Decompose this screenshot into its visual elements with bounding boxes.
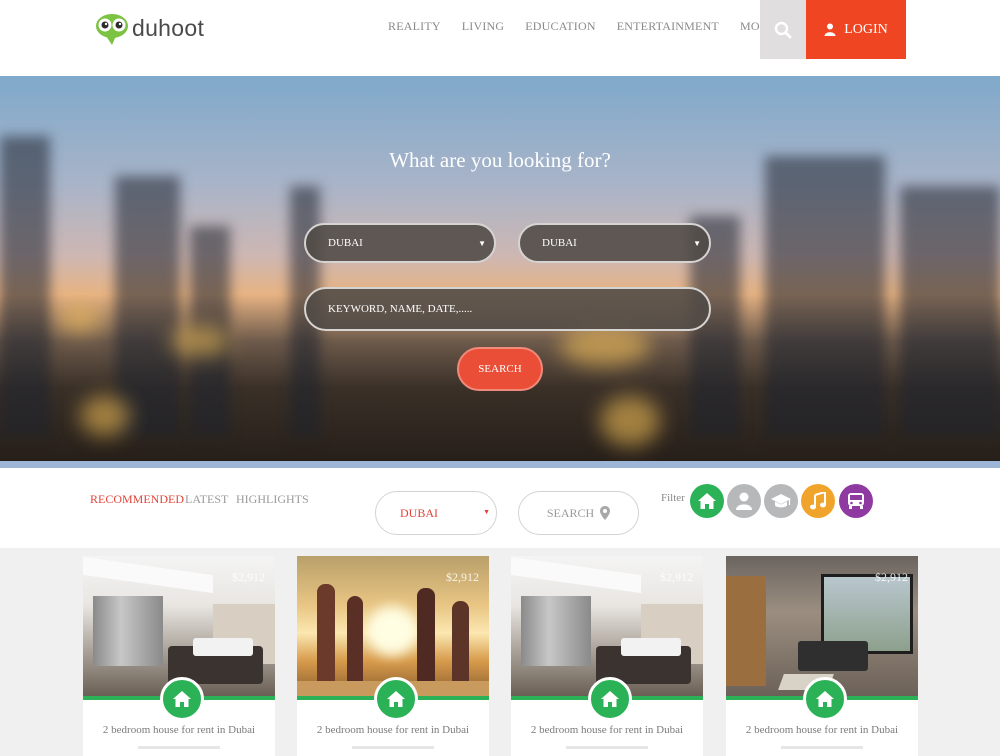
hero-bg-building xyxy=(765,156,885,436)
home-icon xyxy=(816,691,834,707)
listing-card[interactable]: $2,912 2 bedroom house for rent in Dubai xyxy=(511,556,703,756)
hero-banner: What are you looking for? DUBAI ▼ DUBAI … xyxy=(0,76,1000,466)
filter-mobility-button[interactable] xyxy=(839,484,873,518)
listing-title[interactable]: 2 bedroom house for rent in Dubai xyxy=(726,724,918,736)
nav-item-education[interactable]: EDUCATION xyxy=(525,19,595,34)
listing-card[interactable]: $2,912 2 bedroom house for rent in Dubai xyxy=(726,556,918,756)
hero-divider xyxy=(0,461,1000,468)
tab-recommended[interactable]: RECOMMENDED xyxy=(90,492,184,507)
login-button[interactable]: LOGIN xyxy=(806,0,906,59)
tab-latest[interactable]: LATEST xyxy=(185,492,228,507)
filter-entertainment-button[interactable] xyxy=(801,484,835,518)
nav-item-living[interactable]: LIVING xyxy=(462,19,505,34)
hero-bg-light xyxy=(60,306,100,332)
filter-reality-button[interactable] xyxy=(690,484,724,518)
listing-category-badge xyxy=(803,677,847,721)
header: duhoot REALITY LIVING EDUCATION ENTERTAI… xyxy=(0,0,1000,76)
filter-label: Filter xyxy=(661,492,685,504)
listing-subtitle-line xyxy=(352,746,434,749)
home-icon xyxy=(601,691,619,707)
home-icon xyxy=(387,691,405,707)
login-label: LOGIN xyxy=(844,21,888,37)
hero-bg-light xyxy=(170,326,230,356)
listing-title[interactable]: 2 bedroom house for rent in Dubai xyxy=(297,724,489,736)
hero-search-button[interactable]: SEARCH xyxy=(457,347,543,391)
listing-image: $2,912 xyxy=(83,556,275,696)
listing-title[interactable]: 2 bedroom house for rent in Dubai xyxy=(511,724,703,736)
home-icon xyxy=(173,691,191,707)
user-icon xyxy=(824,23,836,36)
listing-card[interactable]: $2,912 2 bedroom house for rent in Dubai xyxy=(297,556,489,756)
owl-logo-icon xyxy=(96,14,128,45)
listing-image: $2,912 xyxy=(297,556,489,696)
hero-bg-building xyxy=(115,176,180,436)
filter-search-label: SEARCH xyxy=(546,505,595,520)
city-select-value: DUBAI xyxy=(400,505,438,520)
caret-down-icon: ▼ xyxy=(483,508,490,516)
tab-highlights[interactable]: HIGHLIGHTS xyxy=(236,492,309,507)
listing-category-badge xyxy=(374,677,418,721)
main-nav: REALITY LIVING EDUCATION ENTERTAINMENT M… xyxy=(388,19,821,34)
caret-down-icon: ▼ xyxy=(478,239,486,248)
listing-price: $2,912 xyxy=(232,570,265,584)
listing-price: $2,912 xyxy=(660,570,693,584)
header-search-button[interactable] xyxy=(760,0,806,59)
home-icon xyxy=(698,493,716,509)
hero-bg-building xyxy=(900,186,1000,436)
hero-bg-light xyxy=(600,396,660,446)
location-select-2[interactable]: DUBAI ▼ xyxy=(518,223,711,263)
hero-search-label: SEARCH xyxy=(478,363,522,375)
filter-bar: RECOMMENDED LATEST HIGHLIGHTS DUBAI ▼ SE… xyxy=(0,468,1000,548)
listing-card[interactable]: $2,912 2 bedroom house for rent in Dubai xyxy=(83,556,275,756)
city-select[interactable]: DUBAI ▼ xyxy=(375,491,497,535)
hero-bg-light xyxy=(560,326,650,366)
listing-image: $2,912 xyxy=(511,556,703,696)
graduation-cap-icon xyxy=(771,494,791,508)
nav-item-reality[interactable]: REALITY xyxy=(388,19,441,34)
search-icon xyxy=(774,21,792,38)
hero-title: What are you looking for? xyxy=(389,148,611,172)
listing-image: $2,912 xyxy=(726,556,918,696)
music-icon xyxy=(810,492,826,510)
bus-icon xyxy=(848,493,864,509)
filter-living-button[interactable] xyxy=(727,484,761,518)
map-pin-icon xyxy=(600,506,611,520)
hero-bg-building xyxy=(0,136,50,436)
filter-education-button[interactable] xyxy=(764,484,798,518)
listing-category-badge xyxy=(588,677,632,721)
location-select-1[interactable]: DUBAI ▼ xyxy=(304,223,496,263)
listing-category-badge xyxy=(160,677,204,721)
location-select-2-value: DUBAI xyxy=(542,237,577,249)
logo[interactable]: duhoot xyxy=(94,10,204,46)
listing-subtitle-line xyxy=(138,746,220,749)
listing-price: $2,912 xyxy=(875,570,908,584)
caret-down-icon: ▼ xyxy=(693,239,701,248)
nav-item-entertainment[interactable]: ENTERTAINMENT xyxy=(617,19,719,34)
keyword-input[interactable]: KEYWORD, NAME, DATE,..... xyxy=(304,287,711,331)
listing-title[interactable]: 2 bedroom house for rent in Dubai xyxy=(83,724,275,736)
listing-price: $2,912 xyxy=(446,570,479,584)
listing-subtitle-line xyxy=(566,746,648,749)
listing-subtitle-line xyxy=(781,746,863,749)
logo-text: duhoot xyxy=(132,14,205,41)
user-icon xyxy=(736,492,752,510)
keyword-placeholder: KEYWORD, NAME, DATE,..... xyxy=(328,303,473,315)
location-select-1-value: DUBAI xyxy=(328,237,363,249)
hero-bg-light xyxy=(80,396,130,436)
filter-search-button[interactable]: SEARCH xyxy=(518,491,639,535)
